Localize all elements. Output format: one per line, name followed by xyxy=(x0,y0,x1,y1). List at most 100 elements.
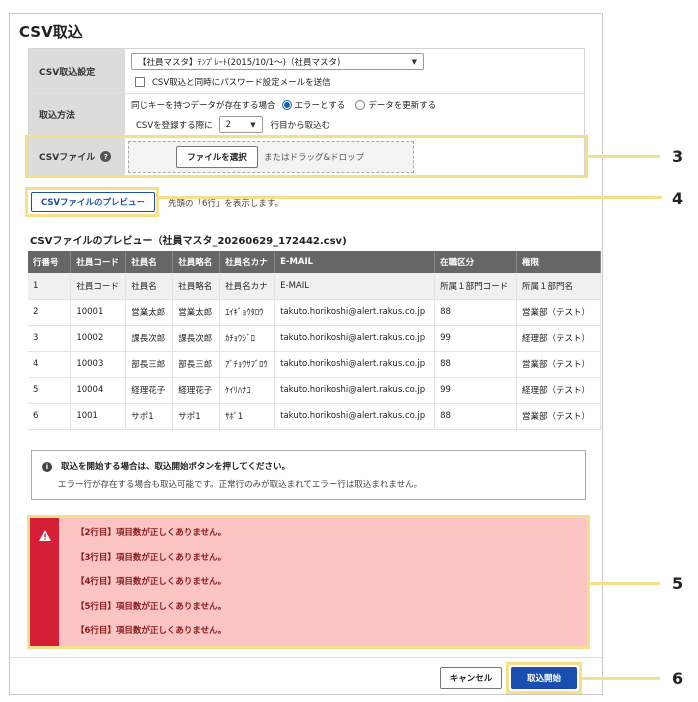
radio-error-label: エラーとする xyxy=(294,100,346,111)
callout-number-4: 4 xyxy=(672,189,684,208)
start-row-prefix: CSVを登録する際に xyxy=(136,120,213,131)
table-cell: 社員コード xyxy=(70,273,127,300)
table-cell: 88 xyxy=(434,403,517,430)
highlight-box-5 xyxy=(27,515,590,649)
table-cell: 経理部（テスト） xyxy=(516,325,601,352)
send-mail-checkbox[interactable] xyxy=(135,77,145,87)
template-select-value: 【社員マスタ】ﾃﾝﾌﾟﾚｰﾄ(2015/10/1～)（社員マスタ) xyxy=(138,57,341,68)
highlight-box-3 xyxy=(25,135,588,178)
table-cell: 社員名 xyxy=(125,273,174,300)
template-select[interactable]: 【社員マスタ】ﾃﾝﾌﾟﾚｰﾄ(2015/10/1～)（社員マスタ) ▼ xyxy=(131,53,424,70)
table-cell: 所属１部門名 xyxy=(516,273,601,300)
settings-row: CSV取込設定 【社員マスタ】ﾃﾝﾌﾟﾚｰﾄ(2015/10/1～)（社員マスタ… xyxy=(29,49,584,94)
table-cell: takuto.horikoshi@alert.rakus.co.jp xyxy=(274,351,436,378)
table-cell: 99 xyxy=(434,325,517,352)
table-cell: 1 xyxy=(28,273,72,300)
table-row: 6 1001 サポ1 サポ1 ｻﾎﾟ1 takuto.horikoshi@ale… xyxy=(28,403,601,430)
table-cell: ｱﾞﾁｮｳｻﾌﾞﾛｳ xyxy=(219,351,276,378)
table-cell: 99 xyxy=(434,377,517,404)
chevron-down-icon: ▼ xyxy=(250,120,256,129)
column-header: 行番号 xyxy=(28,251,72,273)
column-header: 社員略名 xyxy=(172,251,221,273)
preview-title: CSVファイルのプレビュー（社員マスタ_20260629_172442.csv) xyxy=(30,236,347,247)
table-row: 1 社員コード 社員名 社員略名 社員名カナ E-MAIL 所属１部門コード 所… xyxy=(28,273,601,300)
callout-number-3: 3 xyxy=(672,147,684,166)
callout-line-4 xyxy=(159,196,662,199)
preview-table: 行番号 社員コード 社員名 社員略名 社員名カナ E-MAIL 在職区分 権限 … xyxy=(28,251,601,430)
table-cell: takuto.horikoshi@alert.rakus.co.jp xyxy=(274,325,436,352)
table-cell: takuto.horikoshi@alert.rakus.co.jp xyxy=(274,403,436,430)
chevron-down-icon: ▼ xyxy=(411,57,417,66)
table-cell: サポ1 xyxy=(172,403,221,430)
table-cell: 88 xyxy=(434,351,517,378)
callout-line-5 xyxy=(590,582,660,585)
table-cell: 社員名カナ xyxy=(219,273,276,300)
table-cell: 3 xyxy=(28,325,72,352)
callout-line-6 xyxy=(582,677,660,680)
send-mail-label: CSV取込と同時にパスワード設定メールを送信 xyxy=(152,78,331,88)
table-cell: 社員略名 xyxy=(172,273,221,300)
table-cell: ｹｲﾘﾊﾅｺ xyxy=(219,377,276,404)
info-icon: i xyxy=(42,461,52,472)
highlight-box-6 xyxy=(506,662,582,694)
table-cell: 10002 xyxy=(70,325,127,352)
start-row-value: 2 xyxy=(225,119,232,130)
table-row: 5 10004 経理花子 経理花子 ｹｲﾘﾊﾅｺ takuto.horikosh… xyxy=(28,377,601,404)
table-cell: 課長次郎 xyxy=(172,325,221,352)
callout-number-6: 6 xyxy=(672,669,684,688)
table-cell: 5 xyxy=(28,377,72,404)
column-header: 社員名 xyxy=(125,251,174,273)
table-cell: takuto.horikoshi@alert.rakus.co.jp xyxy=(274,377,436,404)
table-cell: 営業部（テスト） xyxy=(516,351,601,378)
cancel-button[interactable]: キャンセル xyxy=(440,667,502,689)
table-cell: 営業部（テスト） xyxy=(516,299,601,326)
table-row: 4 10003 部長三郎 部長三郎 ｱﾞﾁｮｳｻﾌﾞﾛｳ takuto.hori… xyxy=(28,351,601,378)
table-cell: 経理花子 xyxy=(172,377,221,404)
page-title: CSV取込 xyxy=(19,23,83,41)
callout-number-5: 5 xyxy=(672,574,684,593)
column-header: 権限 xyxy=(516,251,601,273)
table-cell: 経理部（テスト） xyxy=(516,377,601,404)
table-cell: ｴｲｷﾞｮｳﾀﾛｳ xyxy=(219,299,276,326)
table-cell: 営業太郎 xyxy=(172,299,221,326)
table-cell: 部長三郎 xyxy=(125,351,174,378)
table-cell: ｶﾁｮｳｼﾞﾛ xyxy=(219,325,276,352)
table-cell: 1001 xyxy=(70,403,127,430)
column-header: 社員名カナ xyxy=(219,251,276,273)
table-row: 2 10001 営業太郎 営業太郎 ｴｲｷﾞｮｳﾀﾛｳ takuto.horik… xyxy=(28,299,601,326)
table-cell: E-MAIL xyxy=(274,273,436,300)
table-cell: 2 xyxy=(28,299,72,326)
radio-error[interactable] xyxy=(281,99,292,110)
table-cell: サポ1 xyxy=(125,403,174,430)
info-message-box: i 取込を開始する場合は、取込開始ボタンを押してください。 エラー行が存在する場… xyxy=(31,450,586,500)
column-header: 社員コード xyxy=(70,251,127,273)
highlight-box-4 xyxy=(25,187,159,217)
table-cell: 4 xyxy=(28,351,72,378)
table-header-row: 行番号 社員コード 社員名 社員略名 社員名カナ E-MAIL 在職区分 権限 xyxy=(28,251,601,273)
table-cell: 10001 xyxy=(70,299,127,326)
radio-update[interactable] xyxy=(355,99,366,110)
start-row-suffix: 行目から取込む xyxy=(270,120,331,131)
radio-update-label: データを更新する xyxy=(368,100,437,111)
column-header: E-MAIL xyxy=(274,251,436,273)
table-cell: 課長次郎 xyxy=(125,325,174,352)
table-cell: 88 xyxy=(434,299,517,326)
table-cell: 経理花子 xyxy=(125,377,174,404)
duplicate-label: 同じキーを持つデータが存在する場合 xyxy=(131,100,276,111)
callout-line-3 xyxy=(588,155,660,158)
table-cell: 10004 xyxy=(70,377,127,404)
table-cell: ｻﾎﾟ1 xyxy=(219,403,276,430)
table-cell: 営業部（テスト） xyxy=(516,403,601,430)
info-line-1: 取込を開始する場合は、取込開始ボタンを押してください。 xyxy=(60,462,290,472)
method-row: 取込方法 同じキーを持つデータが存在する場合 エラーとする データを更新する C… xyxy=(29,94,584,136)
table-cell: 6 xyxy=(28,403,72,430)
table-cell: 営業太郎 xyxy=(125,299,174,326)
table-cell: 部長三郎 xyxy=(172,351,221,378)
start-row-select[interactable]: 2 ▼ xyxy=(218,116,263,133)
table-row: 3 10002 課長次郎 課長次郎 ｶﾁｮｳｼﾞﾛ takuto.horikos… xyxy=(28,325,601,352)
table-cell: 10003 xyxy=(70,351,127,378)
method-label: 取込方法 xyxy=(29,94,125,135)
settings-label: CSV取込設定 xyxy=(29,49,125,93)
info-line-2: エラー行が存在する場合も取込可能です。正常行のみが取込まれてエラー行は取込まれま… xyxy=(58,480,423,490)
table-cell: takuto.horikoshi@alert.rakus.co.jp xyxy=(274,299,436,326)
